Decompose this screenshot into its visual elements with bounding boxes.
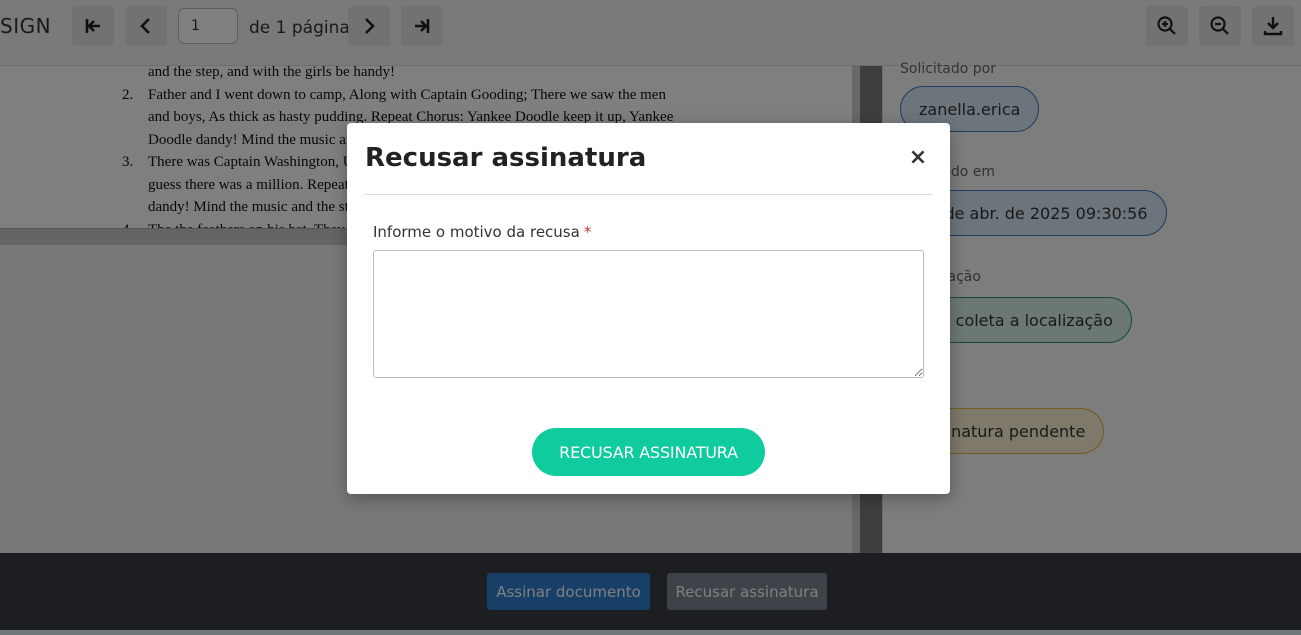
reason-label-text: Informe o motivo da recusa <box>373 223 580 241</box>
reason-field-label: Informe o motivo da recusa * <box>373 223 591 241</box>
confirm-reject-button[interactable]: RECUSAR ASSINATURA <box>532 428 765 476</box>
dialog-title: Recusar assinatura <box>365 143 647 173</box>
reason-textarea[interactable] <box>373 250 924 378</box>
close-icon[interactable]: × <box>906 145 930 170</box>
reject-signature-dialog: Recusar assinatura × Informe o motivo da… <box>347 123 950 494</box>
dialog-divider <box>365 194 932 195</box>
required-marker: * <box>583 223 592 241</box>
